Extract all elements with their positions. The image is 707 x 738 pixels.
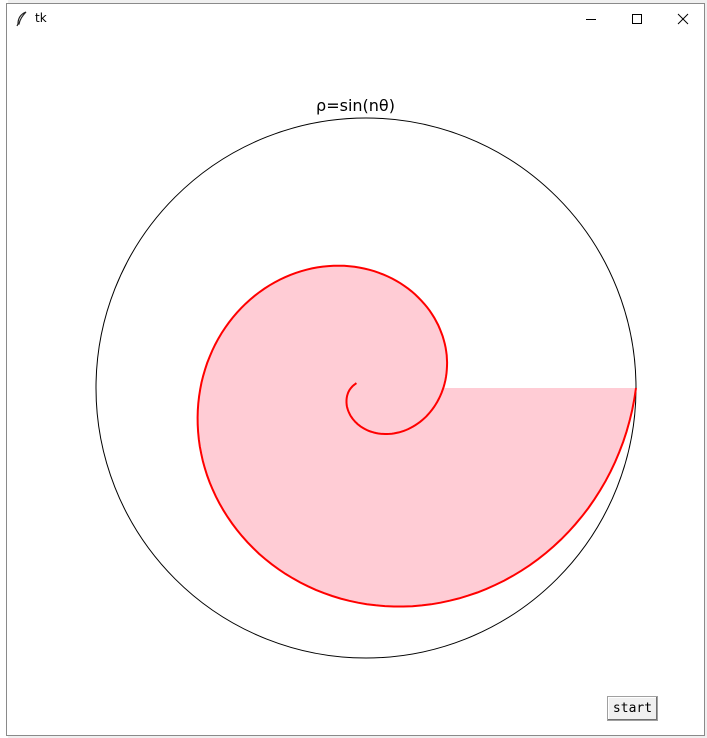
close-button[interactable] [660, 4, 706, 34]
plot-canvas [95, 117, 637, 659]
minimize-icon [586, 19, 596, 20]
title-bar[interactable]: tk [7, 4, 704, 34]
window-title: tk [35, 11, 47, 25]
minimize-button[interactable] [568, 4, 614, 34]
tk-canvas[interactable]: ρ=sin(nθ) start [7, 34, 704, 735]
feather-icon [16, 11, 27, 27]
close-icon [677, 13, 689, 25]
curve-fill-region [197, 265, 636, 607]
maximize-icon [632, 14, 642, 24]
maximize-button[interactable] [614, 4, 660, 34]
tk-window: tk ρ=sin(nθ) start [6, 3, 705, 736]
start-button[interactable]: start [607, 696, 658, 721]
